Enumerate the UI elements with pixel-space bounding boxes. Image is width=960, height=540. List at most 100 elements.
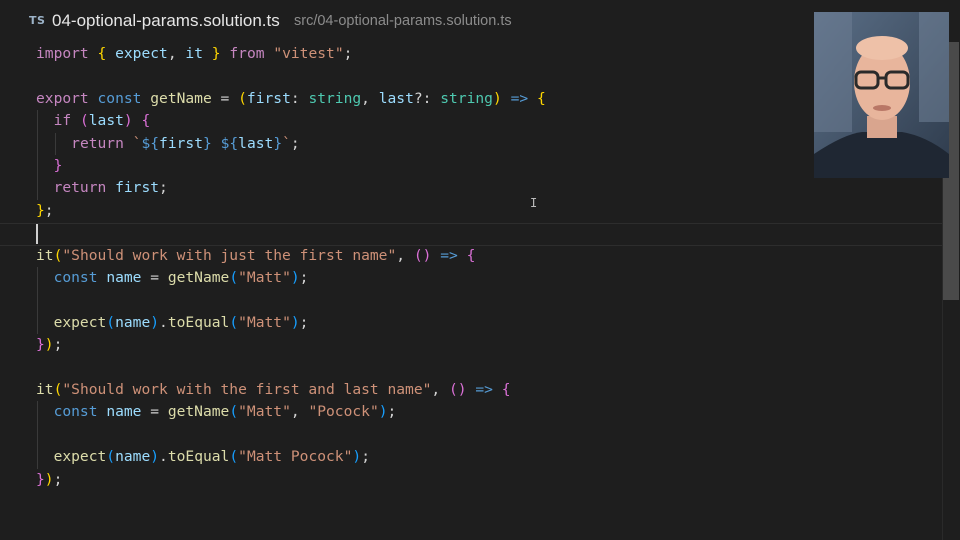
code-token: expect	[53, 448, 107, 466]
code-token: const	[53, 403, 98, 421]
code-token: )	[352, 448, 362, 466]
code-token: ()	[448, 381, 467, 398]
code-token: if	[53, 112, 72, 130]
code-token: `	[282, 134, 291, 152]
code-token: it	[36, 246, 54, 264]
code-token: string	[440, 89, 493, 107]
code-line[interactable]: });	[36, 334, 62, 356]
code-token: (	[106, 313, 116, 331]
code-token: =>	[475, 381, 493, 398]
code-token: return	[53, 179, 107, 197]
code-token: "vitest"	[273, 45, 344, 62]
webcam-overlay	[814, 12, 949, 178]
code-token: (	[238, 89, 247, 107]
code-token: (	[229, 313, 239, 331]
code-line[interactable]: import { expect, it } from "vitest";	[36, 43, 352, 65]
presenter-video-icon	[814, 12, 949, 178]
code-line[interactable]: expect(name).toEqual("Matt");	[36, 312, 309, 334]
code-token: export	[36, 89, 89, 107]
code-token: expect	[115, 45, 168, 62]
code-token: ${	[141, 134, 160, 152]
typescript-file-icon: TS	[29, 14, 46, 27]
code-token: }	[211, 45, 221, 62]
code-token: ;	[159, 179, 168, 197]
code-token: "Matt"	[238, 269, 291, 286]
code-line[interactable]: };	[36, 200, 54, 222]
code-token: "Should work with just the first name"	[62, 246, 397, 264]
code-line[interactable]: export const getName = (first: string, l…	[36, 88, 546, 110]
code-token: }	[36, 336, 45, 354]
code-token: =	[141, 269, 168, 286]
code-token: import	[36, 45, 89, 62]
code-token: }	[273, 134, 283, 152]
code-token: )	[150, 313, 160, 331]
code-token: ,	[431, 381, 449, 398]
code-token: )	[44, 336, 54, 354]
code-token: ()	[413, 246, 432, 264]
code-token: getName	[150, 89, 212, 107]
code-token: "Matt"	[238, 313, 291, 331]
code-line[interactable]: if (last) {	[36, 110, 151, 132]
code-line[interactable]: return first;	[36, 177, 168, 199]
code-token: "Pocock"	[308, 403, 379, 421]
code-token: ;	[53, 336, 63, 354]
code-token: )	[290, 313, 300, 331]
code-token: ;	[290, 134, 300, 152]
code-line[interactable]: expect(name).toEqual("Matt Pocock");	[36, 446, 370, 468]
code-token: (	[229, 269, 239, 286]
code-line[interactable]: return `${first} ${last}`;	[36, 133, 300, 155]
code-token: (	[229, 403, 239, 421]
code-token: )	[492, 89, 502, 107]
code-token: }	[202, 134, 212, 152]
indent-guide	[54, 132, 56, 155]
code-token: {	[501, 381, 511, 398]
indent-guide	[37, 401, 38, 469]
code-token: ;	[299, 269, 309, 286]
code-token: =	[211, 89, 239, 107]
code-token: (	[106, 448, 116, 466]
code-token: first	[115, 179, 160, 197]
code-token: const	[53, 269, 98, 286]
tab-filename[interactable]: 04-optional-params.solution.ts	[52, 11, 280, 31]
code-line[interactable]: it("Should work with the first and last …	[36, 379, 511, 401]
current-line-highlight	[0, 223, 957, 246]
code-token: last	[88, 112, 124, 130]
code-token: :	[290, 89, 309, 107]
code-token: "Matt Pocock"	[238, 448, 353, 466]
code-line[interactable]: const name = getName("Matt", "Pocock");	[36, 401, 397, 423]
code-token: expect	[53, 313, 107, 331]
code-token: const	[97, 89, 142, 107]
code-token: from	[229, 45, 265, 62]
code-line[interactable]: it("Should work with just the first name…	[36, 245, 475, 267]
code-line[interactable]: });	[36, 469, 62, 491]
code-token: ;	[387, 403, 397, 421]
text-cursor	[36, 224, 38, 244]
code-token: toEqual	[167, 448, 230, 466]
code-token: )	[123, 112, 133, 130]
code-token: =>	[510, 89, 529, 107]
ibeam-pointer-icon: I	[530, 196, 538, 210]
code-token: ,	[396, 246, 414, 264]
code-token: getName	[167, 403, 230, 421]
code-token: {	[141, 112, 151, 130]
code-token: {	[97, 45, 107, 62]
code-token: )	[44, 470, 54, 488]
code-line[interactable]: }	[36, 155, 63, 177]
code-line[interactable]: const name = getName("Matt");	[36, 267, 309, 289]
